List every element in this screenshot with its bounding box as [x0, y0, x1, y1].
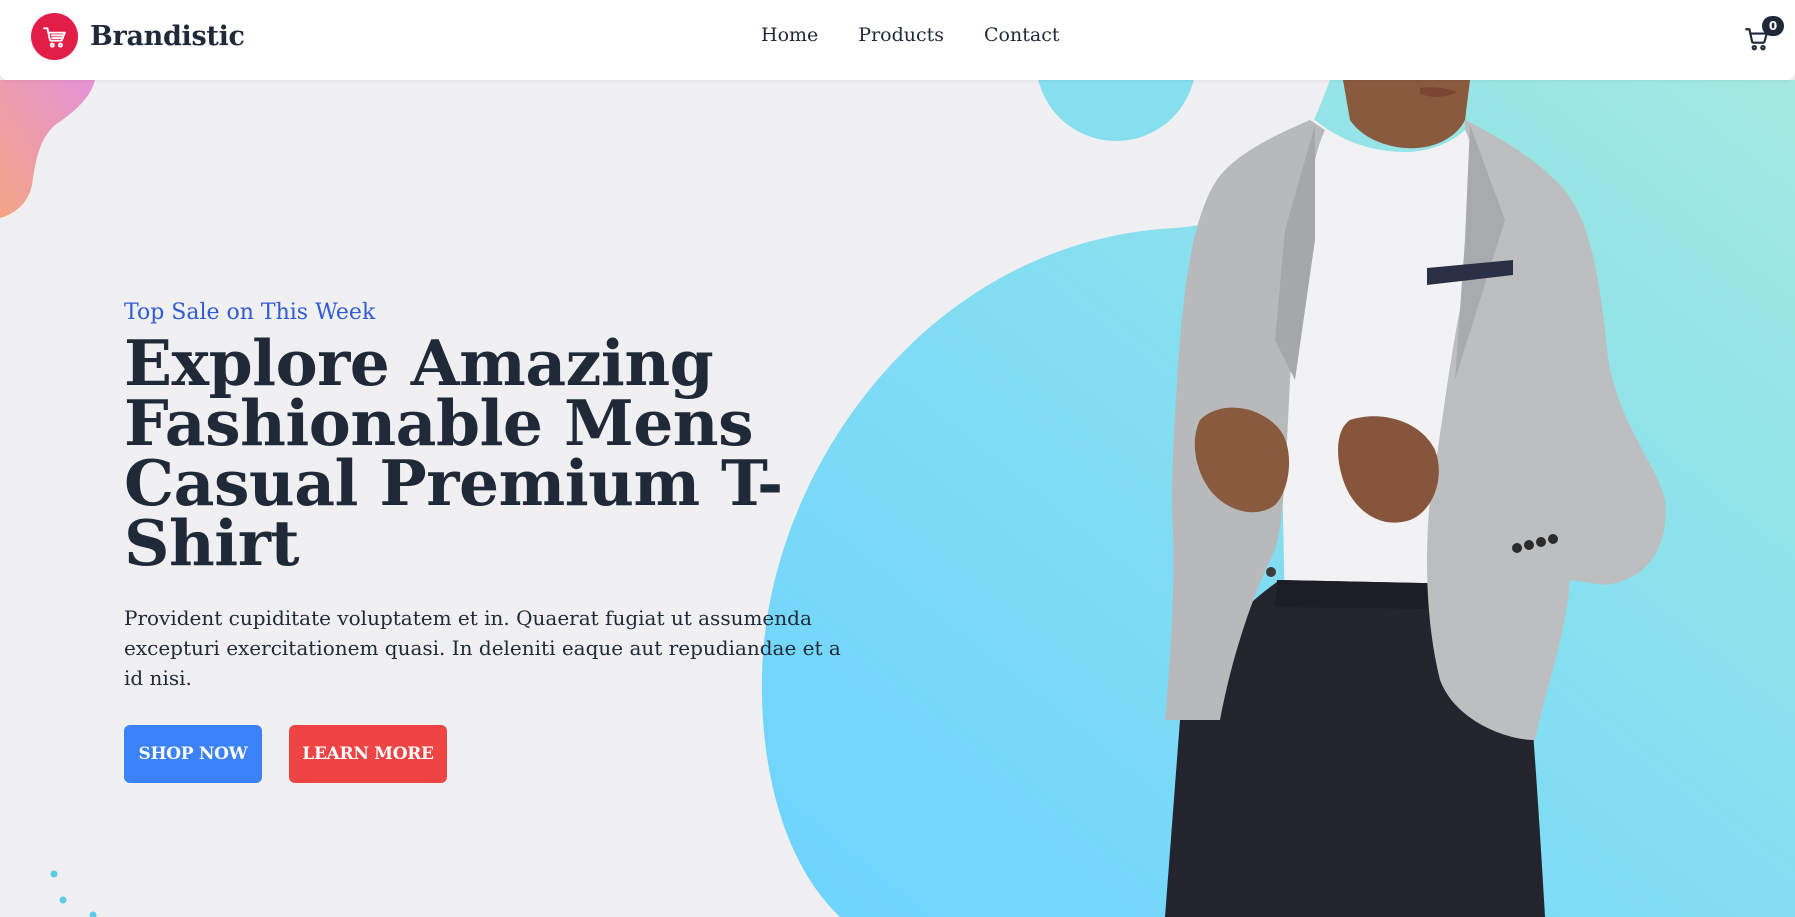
nav-link-products[interactable]: Products: [858, 24, 944, 46]
hero-actions: SHOP NOW LEARN MORE: [124, 725, 864, 783]
pink-blob-shape: [0, 80, 95, 218]
hero-description: Provident cupiditate voluptatem et in. Q…: [124, 606, 841, 690]
hero-headline: Explore Amazing Fashionable Mens Casual …: [124, 326, 864, 580]
model-cuff-button: [1548, 534, 1558, 544]
brand[interactable]: Brandistic: [31, 13, 245, 60]
model-photo: [1165, 80, 1666, 917]
decor-dot: [59, 896, 67, 904]
decor-dot: [89, 911, 97, 917]
brand-name: Brandistic: [90, 21, 245, 52]
shopping-cart-icon: [42, 26, 66, 48]
nav-link-home[interactable]: Home: [761, 24, 818, 46]
hero-tagline: Top Sale on This Week: [124, 300, 376, 325]
hero-headline-line: Explore Amazing: [124, 326, 714, 400]
cart-count-badge: 0: [1762, 16, 1784, 36]
decor-dot: [50, 870, 58, 878]
navbar: Brandistic Home Products Contact 0: [0, 0, 1795, 80]
brand-logo: [31, 13, 78, 60]
model-cuff-button: [1536, 537, 1546, 547]
hero-content: Top Sale on This Week Explore Amazing Fa…: [124, 300, 864, 783]
model-cuff-button: [1512, 543, 1522, 553]
hero-headline-line: Casual Premium T-Shirt: [124, 446, 783, 580]
model-jacket-button: [1266, 567, 1276, 577]
nav-link-contact[interactable]: Contact: [984, 24, 1059, 46]
cart-button[interactable]: 0: [1744, 16, 1788, 56]
learn-more-button[interactable]: LEARN MORE: [289, 725, 447, 783]
shop-now-button[interactable]: SHOP NOW: [124, 725, 262, 783]
main-nav: Home Products Contact: [761, 24, 1059, 46]
model-cuff-button: [1524, 540, 1534, 550]
hero-headline-line: Fashionable Mens: [124, 386, 754, 460]
